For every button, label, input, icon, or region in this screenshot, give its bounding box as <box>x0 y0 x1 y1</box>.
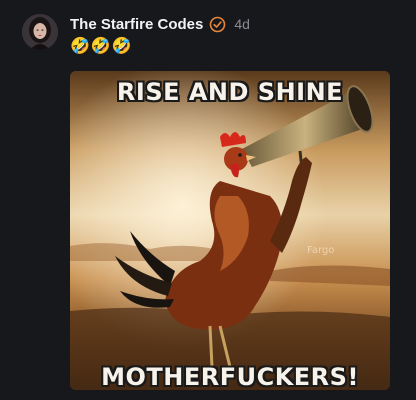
avatar[interactable] <box>22 14 58 50</box>
meme-watermark: Fargo <box>307 245 335 256</box>
meme-top-caption: RISE AND SHINE <box>116 78 344 106</box>
meme-bottom-caption: MOTHERFUCKERS! <box>101 363 359 390</box>
author-name[interactable]: The Starfire Codes <box>70 16 203 33</box>
verified-badge-icon <box>209 16 226 33</box>
avatar-image <box>22 14 58 50</box>
post-timestamp[interactable]: 4d <box>234 16 250 32</box>
post-image[interactable]: RISE AND SHINE Fargo MOTHERFUCKERS! <box>70 71 390 390</box>
post-text: 🤣🤣🤣 <box>70 38 133 55</box>
post-card: The Starfire Codes 4d 🤣🤣🤣 RISE AND SHINE… <box>0 0 416 400</box>
post-header: The Starfire Codes 4d <box>70 14 250 34</box>
rooster-meme-image <box>70 71 390 390</box>
